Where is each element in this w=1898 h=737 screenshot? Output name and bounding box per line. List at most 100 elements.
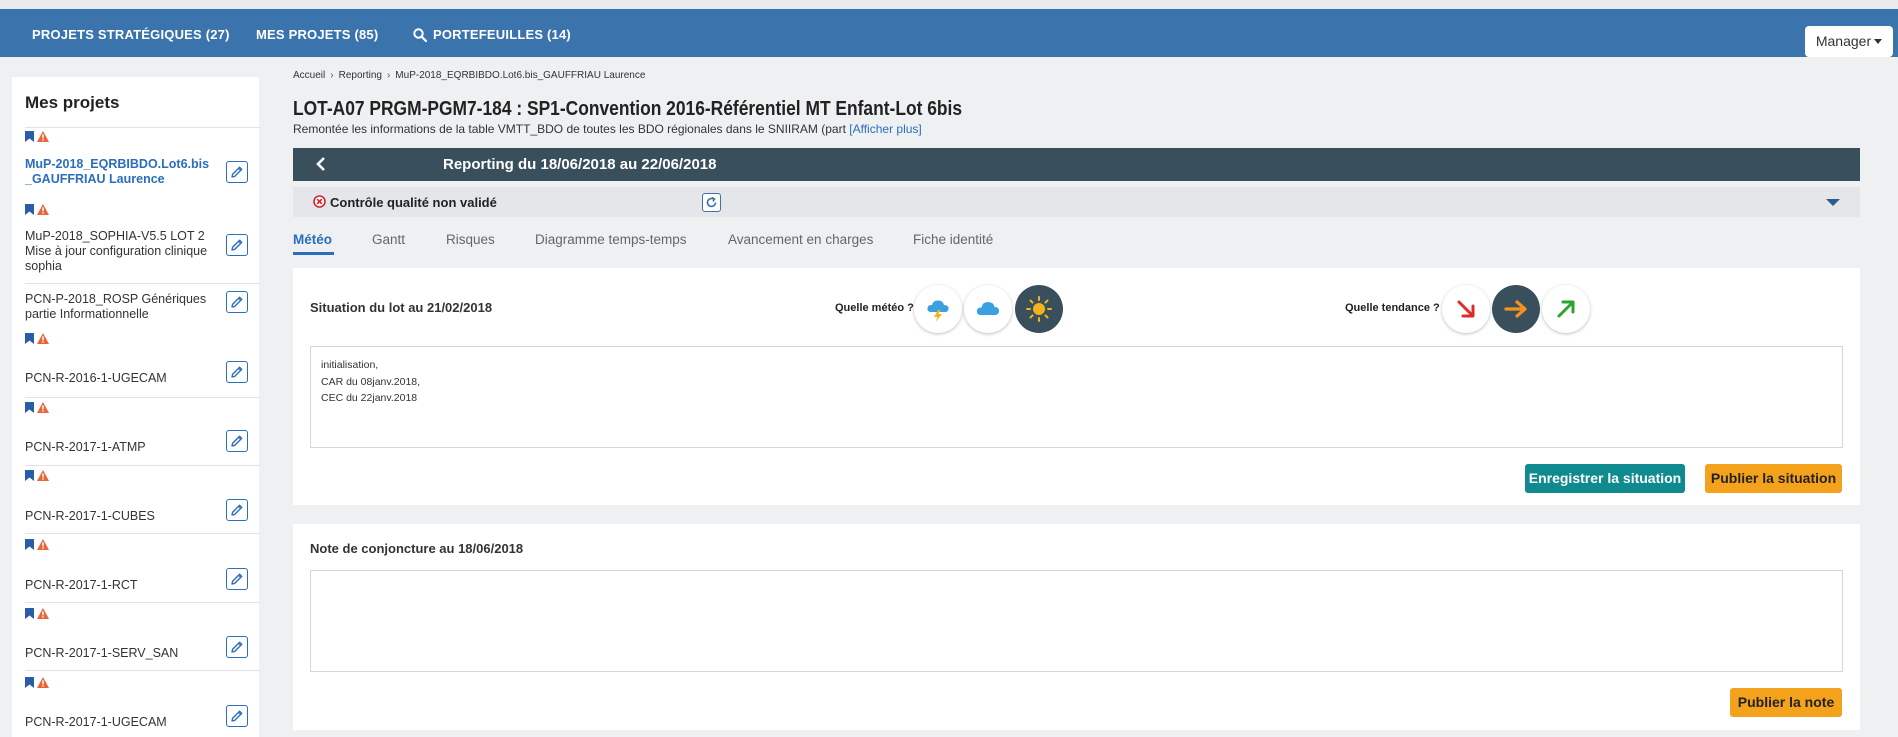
quality-control-bar: Contrôle qualité non validé [293,187,1860,217]
page-title: LOT-A07 PRGM-PGM7-184 : SP1-Convention 2… [293,98,963,120]
edit-project-button[interactable] [226,499,248,521]
chevron-right-icon: › [330,70,334,81]
tab-time-diagram[interactable]: Diagramme temps-temps [535,232,687,247]
save-situation-button[interactable]: Enregistrer la situation [1525,464,1685,493]
sidebar: Mes projets MuP-2018_EQRBIBDO.Lot6.bis_G… [12,77,260,737]
sidebar-item-flags [25,131,49,145]
tab-meteo[interactable]: Météo [293,232,332,247]
situation-label: Situation du lot au 21/02/2018 [310,300,493,315]
breadcrumb: Accueil › Reporting › MuP-2018_EQRBIBDO.Lot6… [293,70,645,81]
sidebar-item-label[interactable]: PCN-R-2017-1-UGECAM [25,715,220,730]
chevron-right-icon: › [386,70,391,81]
trend-question: Quelle tendance ? [1345,302,1440,314]
edit-project-button[interactable] [226,430,248,452]
tab-progress-charges[interactable]: Avancement en charges [728,232,873,247]
bookmark-icon [25,468,34,486]
situation-textarea[interactable]: initialisation, CAR du 08janv.2018, CEC … [310,346,1843,448]
sidebar-item-label[interactable]: PCN-P-2018_ROSP Génériques partie Inform… [25,292,220,322]
pencil-icon [230,572,244,586]
sidebar-item-label[interactable]: PCN-R-2017-1-SERV_SAN [25,646,220,661]
weather-option-cloud[interactable] [964,285,1012,333]
sidebar-item-label[interactable]: MuP-2018_SOPHIA-V5.5 LOT 2 Mise à jour c… [25,229,220,274]
search-icon [413,28,428,43]
tab-risks[interactable]: Risques [446,232,495,247]
edit-project-button[interactable] [226,291,248,313]
edit-project-button[interactable] [226,161,248,183]
cloud-icon [976,302,1000,315]
sidebar-item-label[interactable]: PCN-R-2016-1-UGECAM [25,371,220,386]
note-textarea[interactable] [310,570,1843,672]
storm-icon [927,300,949,322]
refresh-icon [706,196,717,208]
back-chevron-icon[interactable] [313,156,329,172]
situation-line: initialisation, [321,359,379,371]
pencil-icon [230,434,244,448]
edit-project-button[interactable] [226,234,248,256]
tab-identity-sheet[interactable]: Fiche identité [913,232,993,247]
sidebar-item-flags [25,677,49,691]
warning-icon [37,331,49,349]
warning-icon [37,537,49,555]
arrow-down-right-icon [1457,300,1475,318]
active-tab-indicator [293,252,334,255]
refresh-button[interactable] [702,193,721,212]
sidebar-divider [25,465,260,466]
warning-icon [37,606,49,624]
edit-project-button[interactable] [226,361,248,383]
sidebar-item-label[interactable]: PCN-R-2017-1-RCT [25,578,220,593]
trend-option-down[interactable] [1442,285,1490,333]
sidebar-divider [25,602,260,603]
pencil-icon [230,165,244,179]
edit-project-button[interactable] [226,636,248,658]
warning-icon [37,400,49,418]
pencil-icon [230,503,244,517]
nav-portfolios[interactable]: PORTEFEUILLES (14) [413,27,571,43]
bookmark-icon [25,400,34,418]
manager-label: Manager [1815,33,1872,49]
sidebar-item-label[interactable]: PCN-R-2017-1-ATMP [25,440,220,455]
nav-strategic-projects[interactable]: PROJETS STRATÉGIQUES (27) [32,27,230,42]
sidebar-item-label[interactable]: MuP-2018_EQRBIBDO.Lot6.bis_GAUFFRIAU Lau… [25,157,215,187]
bookmark-icon [25,606,34,624]
page-subtitle-text: Remontée les informations de la table VM… [293,122,846,136]
expand-chevron-icon[interactable] [1826,199,1840,206]
weather-question: Quelle météo ? [835,302,914,314]
edit-project-button[interactable] [226,568,248,590]
weather-option-sun[interactable] [1015,285,1063,333]
sidebar-item-flags [25,608,49,622]
note-panel: Note de conjoncture au 18/06/2018 Publie… [293,524,1860,730]
breadcrumb-home[interactable]: Accueil [293,70,325,81]
sidebar-title: Mes projets [25,93,120,112]
show-more-link[interactable]: [Afficher plus] [849,122,921,136]
trend-option-stable[interactable] [1492,285,1540,333]
situation-line: CEC du 22janv.2018 [321,392,418,404]
sidebar-item-flags [25,204,49,218]
nav-portfolios-label: PORTEFEUILLES (14) [433,27,571,42]
breadcrumb-reporting[interactable]: Reporting [339,70,382,81]
bookmark-icon [25,331,34,349]
situation-panel: Situation du lot au 21/02/2018 Quelle mé… [293,268,1860,505]
pencil-icon [230,295,244,309]
sidebar-item-flags [25,333,49,347]
weather-option-storm[interactable] [914,285,962,333]
warning-icon [37,202,49,220]
trend-option-up[interactable] [1542,285,1590,333]
sidebar-divider [25,397,260,398]
warning-icon [37,675,49,693]
nav-my-projects[interactable]: MES PROJETS (85) [256,27,378,42]
pencil-icon [230,709,244,723]
sidebar-item-flags [25,539,49,553]
reporting-header: Reporting du 18/06/2018 au 22/06/2018 [293,148,1860,181]
publish-note-button[interactable]: Publier la note [1730,688,1842,717]
manager-dropdown[interactable]: Manager [1805,26,1893,57]
warning-icon [37,468,49,486]
sidebar-item-flags [25,470,49,484]
edit-project-button[interactable] [226,705,248,727]
publish-situation-button[interactable]: Publier la situation [1705,464,1842,493]
sidebar-divider [25,670,260,671]
sun-icon [1026,296,1052,322]
bookmark-icon [25,202,34,220]
sidebar-item-label[interactable]: PCN-R-2017-1-CUBES [25,509,220,524]
tab-gantt[interactable]: Gantt [372,232,405,247]
sidebar-divider [25,127,260,128]
